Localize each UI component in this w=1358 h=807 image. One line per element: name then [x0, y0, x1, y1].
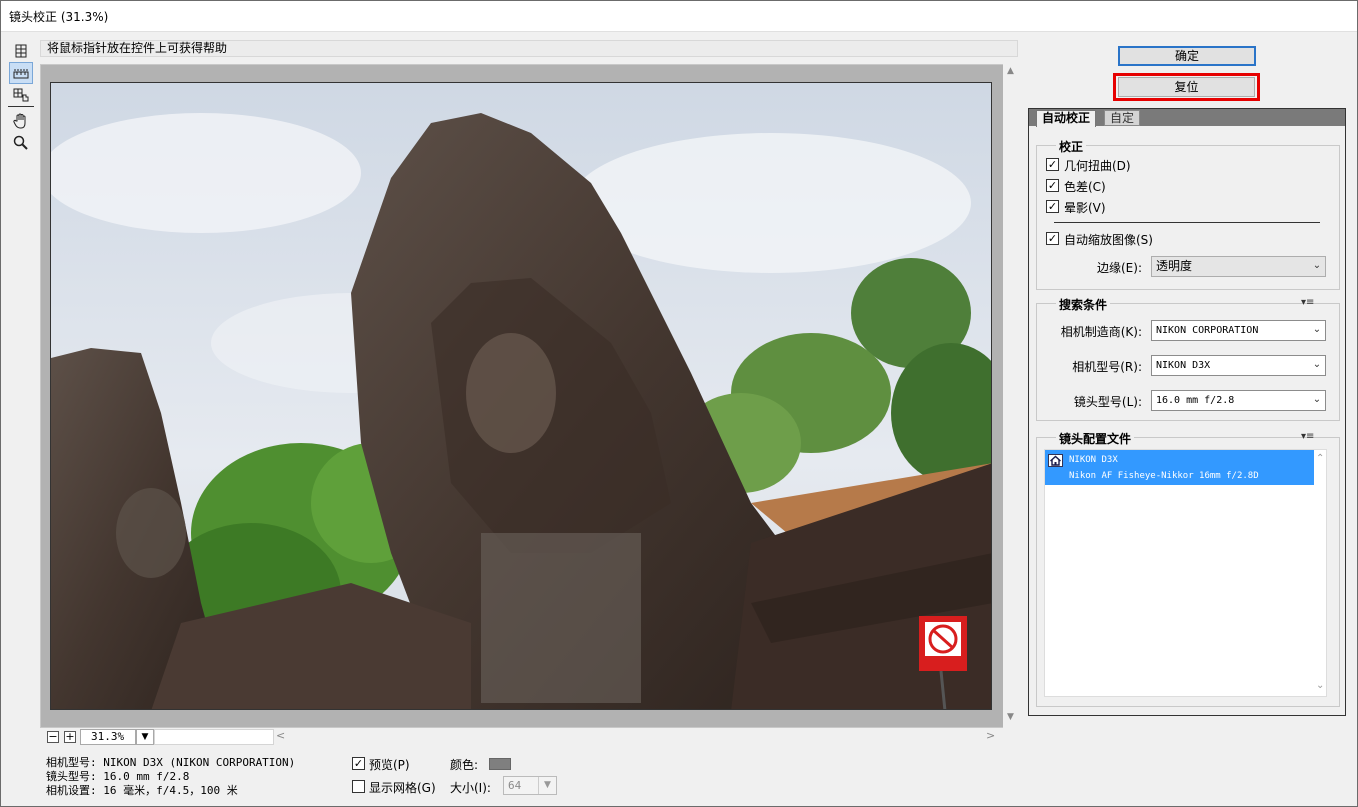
zoom-tool-icon[interactable]: [9, 132, 33, 154]
preview-horizontal-scrollbar[interactable]: [154, 729, 274, 745]
correction-group-title: 校正: [1056, 138, 1087, 155]
reset-button[interactable]: 复位: [1118, 77, 1255, 97]
tab-custom[interactable]: 自定: [1104, 110, 1141, 126]
chevron-down-icon[interactable]: ▼: [538, 777, 556, 794]
lens-model-select[interactable]: 16.0 mm f/2.8: [1151, 390, 1326, 411]
camera-model-value: NIKON D3X: [1156, 360, 1211, 371]
chevron-down-icon[interactable]: ⌄: [1316, 680, 1324, 691]
camera-make-value: NIKON CORPORATION: [1156, 325, 1259, 336]
camera-model-select[interactable]: NIKON D3X: [1151, 355, 1326, 376]
vignette-label: 晕影(V): [1064, 201, 1106, 215]
straighten-tool-icon[interactable]: [9, 62, 33, 84]
geometric-distortion-label: 几何扭曲(D): [1064, 159, 1131, 173]
correction-divider: [1054, 222, 1320, 223]
profile-camera-text: NIKON D3X: [1069, 455, 1118, 465]
auto-scale-label: 自动缩放图像(S): [1064, 233, 1153, 247]
help-hint-bar: 将鼠标指针放在控件上可获得帮助: [40, 40, 1018, 57]
edge-select[interactable]: 透明度: [1151, 256, 1326, 277]
camera-settings-info: 相机设置: 16 毫米，f/4.5，100 米: [46, 784, 238, 797]
chevron-down-icon[interactable]: ⌄: [1311, 394, 1323, 406]
camera-model-info: 相机型号: NIKON D3X (NIKON CORPORATION): [46, 756, 296, 769]
profiles-menu-icon[interactable]: ▾≡: [1301, 431, 1314, 442]
chevron-down-icon[interactable]: ⌄: [1311, 260, 1323, 272]
move-grid-tool-icon[interactable]: [9, 84, 33, 106]
tab-auto-correction[interactable]: 自动校正: [1036, 110, 1097, 127]
preview-vertical-scrollbar[interactable]: [1003, 64, 1018, 728]
grid-size-label: 大小(I):: [450, 781, 491, 795]
scroll-up-icon[interactable]: ▲: [1003, 66, 1018, 78]
chevron-down-icon[interactable]: ⌄: [1311, 359, 1323, 371]
window-titlebar: 镜头校正 (31.3%): [0, 0, 1358, 32]
auto-scale-checkbox[interactable]: ✓: [1046, 232, 1059, 245]
lens-model-info: 镜头型号: 16.0 mm f/2.8: [46, 770, 190, 783]
camera-make-select[interactable]: NIKON CORPORATION: [1151, 320, 1326, 341]
preview-checkbox[interactable]: ✓: [352, 757, 365, 770]
lens-profiles-title: 镜头配置文件: [1056, 430, 1135, 447]
zoom-in-button[interactable]: +: [64, 731, 76, 743]
zoom-out-button[interactable]: −: [47, 731, 59, 743]
show-grid-checkbox[interactable]: [352, 780, 365, 793]
lens-model-value: 16.0 mm f/2.8: [1156, 395, 1235, 406]
home-icon: [1048, 454, 1063, 467]
chevron-down-icon[interactable]: ⌄: [1311, 324, 1323, 336]
remove-distortion-tool-icon[interactable]: [9, 40, 33, 62]
camera-model-label: 相机型号(R):: [1072, 360, 1142, 374]
profile-lens-text: Nikon AF Fisheye-Nikkor 16mm f/2.8D: [1069, 471, 1259, 481]
zoom-level-field[interactable]: 31.3%: [80, 729, 136, 745]
geometric-distortion-checkbox[interactable]: ✓: [1046, 158, 1059, 171]
lens-profile-list[interactable]: [1044, 449, 1327, 697]
vignette-checkbox[interactable]: ✓: [1046, 200, 1059, 213]
help-hint-text: 将鼠标指针放在控件上可获得帮助: [47, 41, 228, 55]
hand-tool-icon[interactable]: [9, 110, 33, 132]
toolbar-separator: [8, 106, 34, 107]
show-grid-label: 显示网格(G): [369, 781, 436, 795]
preview-label: 预览(P): [369, 758, 410, 772]
scroll-down-icon[interactable]: ▼: [1003, 712, 1018, 724]
ok-button[interactable]: 确定: [1118, 46, 1256, 66]
grid-color-swatch[interactable]: [489, 758, 511, 770]
search-menu-icon[interactable]: ▾≡: [1301, 297, 1314, 308]
edge-label: 边缘(E):: [1097, 261, 1142, 275]
chevron-down-icon[interactable]: ▼: [136, 729, 154, 745]
scroll-right-icon[interactable]: >: [986, 729, 995, 742]
chromatic-aberration-label: 色差(C): [1064, 180, 1106, 194]
preview-photo: [50, 82, 992, 710]
window-title: 镜头校正 (31.3%): [9, 10, 109, 24]
camera-make-label: 相机制造商(K):: [1060, 325, 1142, 339]
edge-select-value: 透明度: [1156, 259, 1193, 273]
search-criteria-title: 搜索条件: [1056, 296, 1111, 313]
chevron-up-icon[interactable]: ⌃: [1316, 453, 1324, 464]
grid-color-label: 颜色:: [450, 758, 479, 772]
scroll-left-icon[interactable]: <: [276, 729, 285, 742]
lens-model-label: 镜头型号(L):: [1073, 395, 1142, 409]
chromatic-aberration-checkbox[interactable]: ✓: [1046, 179, 1059, 192]
